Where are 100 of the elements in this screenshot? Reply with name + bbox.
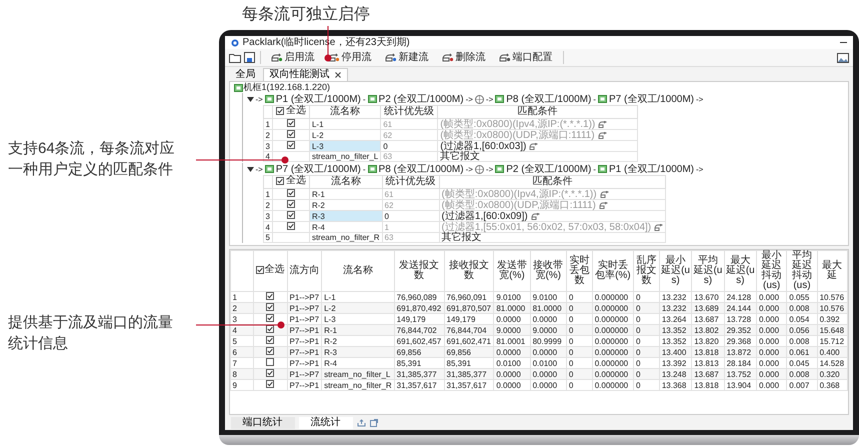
- table-cell: 0: [566, 380, 592, 390]
- toolbar-button[interactable]: 删除流: [436, 52, 490, 64]
- row-number: 1: [263, 188, 272, 200]
- filter-icon[interactable]: [529, 142, 538, 150]
- table-cell: 0.000: [756, 380, 787, 390]
- tree-node[interactable]: 机框1(192.168.1.220): [244, 82, 330, 93]
- checkbox[interactable]: [266, 380, 274, 388]
- checkbox[interactable]: [286, 130, 295, 138]
- port-icon: [495, 95, 504, 103]
- path-arrow: ->: [486, 164, 494, 174]
- tab[interactable]: 端口统计: [230, 416, 294, 428]
- row-number: 3: [263, 140, 272, 152]
- filter-icon[interactable]: [600, 190, 609, 198]
- match-condition: (帧类型:0x0800)(UDP,源端口:1111): [442, 200, 596, 210]
- checkbox[interactable]: [286, 211, 295, 219]
- table-cell: 13.818: [692, 380, 724, 390]
- callout-text: 每条流可独立启停: [241, 4, 371, 25]
- table-cell[interactable]: R-1: [309, 188, 382, 200]
- checkbox[interactable]: [266, 314, 274, 322]
- folder-icon[interactable]: [228, 52, 240, 62]
- checkbox[interactable]: [266, 347, 274, 355]
- column-header: 统计优先级: [380, 106, 438, 118]
- stream-icon: [384, 53, 396, 62]
- match-condition: (过滤器1,[60:0x09]): [442, 212, 528, 220]
- checkbox[interactable]: [266, 358, 274, 366]
- checkbox[interactable]: [286, 189, 295, 197]
- table-cell: 63: [380, 152, 438, 162]
- port-label: P1 (全双工/1000M): [276, 94, 361, 104]
- caret-icon[interactable]: [246, 166, 254, 172]
- checkbox[interactable]: [286, 222, 295, 230]
- toolbar-button[interactable]: 新建流: [380, 52, 434, 64]
- toolbar-button[interactable]: 停用流: [322, 52, 376, 64]
- path-arrow: ->: [696, 164, 704, 174]
- checkbox[interactable]: [286, 141, 295, 149]
- table-cell[interactable]: R-3: [309, 210, 382, 222]
- match-condition: (过滤器1,[60:0x03]): [440, 142, 526, 150]
- table-cell: 31,357,617: [444, 380, 494, 390]
- checkbox[interactable]: [266, 336, 274, 344]
- export-icon[interactable]: [356, 418, 366, 426]
- table-cell: 62: [382, 200, 440, 210]
- row-number: 4: [263, 222, 272, 232]
- save-icon[interactable]: [244, 52, 254, 63]
- table-cell: 0.0000: [530, 380, 566, 390]
- port-label: P8 (全双工/1000M): [506, 94, 592, 104]
- minimize-icon[interactable]: [840, 41, 846, 44]
- checkbox[interactable]: [256, 266, 264, 274]
- stream-icon: [328, 53, 340, 62]
- filter-icon[interactable]: [598, 202, 608, 208]
- tab[interactable]: 流统计: [298, 416, 352, 428]
- filter-icon[interactable]: [598, 132, 607, 138]
- select-all-checkbox[interactable]: 全选: [272, 176, 310, 188]
- checkbox[interactable]: [276, 107, 284, 115]
- table-cell: P7-->P1: [287, 380, 322, 390]
- path-arrow: ->: [696, 94, 704, 104]
- row-number: 3: [263, 210, 272, 222]
- checkbox[interactable]: [286, 119, 295, 127]
- toolbar-button[interactable]: 启用流: [266, 52, 320, 64]
- popout-icon[interactable]: [370, 418, 378, 426]
- path-arrow: ->: [466, 94, 473, 104]
- toolbar-button[interactable]: 端口配置: [494, 52, 558, 64]
- checkbox[interactable]: [266, 292, 274, 300]
- tab[interactable]: 全局: [228, 68, 262, 81]
- port-icon: [368, 165, 377, 173]
- row-number: 1: [263, 118, 272, 130]
- checkbox[interactable]: [266, 369, 274, 377]
- table-cell: 13.904: [724, 380, 756, 390]
- table-cell: 0: [380, 140, 438, 152]
- path-arrow: ->: [256, 94, 263, 104]
- match-condition: 其它报文: [440, 152, 480, 161]
- table-cell: 0.0000: [494, 380, 530, 390]
- port-icon: [598, 165, 607, 173]
- port-icon: [598, 95, 607, 103]
- column-header: 全选: [286, 176, 306, 186]
- port-label: P2 (全双工/1000M): [506, 164, 592, 174]
- table-cell[interactable]: stream_no_filter_R: [309, 232, 382, 242]
- row-number: 5: [263, 232, 272, 242]
- checkbox[interactable]: [286, 200, 295, 208]
- row-number: 2: [263, 130, 272, 140]
- checkbox[interactable]: [266, 325, 274, 333]
- filter-icon[interactable]: [598, 120, 608, 128]
- table-cell[interactable]: L-1: [309, 118, 381, 130]
- column-header: 全选: [286, 106, 306, 116]
- port-label: P1 (全双工/1000M): [608, 164, 694, 174]
- match-condition: (帧类型:0x0800)(Ipv4,源IP:(*.*.*.1)): [442, 190, 597, 198]
- path-arrow: ->: [486, 94, 494, 104]
- checkbox[interactable]: [276, 177, 284, 185]
- table-cell[interactable]: L-3: [309, 140, 381, 152]
- caret-icon[interactable]: [246, 96, 254, 102]
- image-icon[interactable]: [836, 52, 848, 62]
- tab[interactable]: 双向性能测试: [262, 68, 348, 81]
- filter-icon[interactable]: [530, 212, 540, 220]
- match-condition: 其它报文: [442, 233, 482, 242]
- filter-icon[interactable]: [654, 224, 664, 230]
- path-arrow: -: [362, 94, 366, 104]
- checkbox[interactable]: [266, 303, 274, 311]
- table-cell[interactable]: stream_no_filter_L: [309, 152, 381, 162]
- port-icon: [264, 95, 274, 103]
- table-cell[interactable]: R-4: [309, 222, 382, 232]
- close-icon[interactable]: [334, 72, 340, 78]
- select-all-checkbox[interactable]: 全选: [272, 106, 310, 118]
